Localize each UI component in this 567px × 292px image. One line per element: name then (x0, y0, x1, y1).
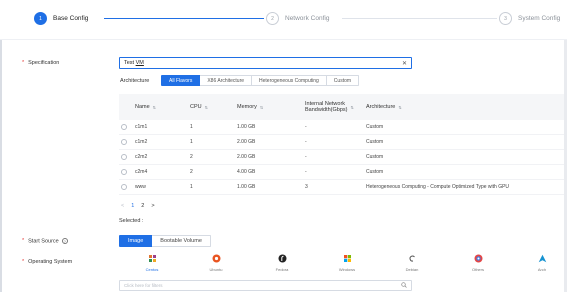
pagination: < 1 2 > (121, 203, 155, 209)
os-option-ubuntu[interactable]: Ubuntu (196, 254, 236, 272)
step-number: 1 (34, 12, 47, 25)
step-label: Base Config (53, 15, 89, 22)
filter-all-flavors[interactable]: All Flavors (161, 75, 201, 86)
search-placeholder: Click here for filters (124, 283, 163, 288)
column-header-memory[interactable]: Memory ⇅ (237, 104, 305, 110)
column-header-architecture[interactable]: Architecture ⇅ (366, 104, 567, 110)
step-number: 3 (499, 12, 512, 25)
row-radio[interactable] (121, 139, 127, 145)
architecture-label: Architecture (120, 78, 150, 84)
step-label: System Config (518, 15, 561, 22)
sort-icon: ⇅ (204, 104, 208, 110)
step-number: 2 (266, 12, 279, 25)
start-source-toggle: Image Bootable Volume (119, 235, 211, 247)
table-row[interactable]: c2m4 2 4.00 GB - Custom (119, 165, 567, 180)
table-row[interactable]: c1m2 1 2.00 GB - Custom (119, 135, 567, 150)
ubuntu-icon (212, 254, 221, 263)
step-network-config[interactable]: 2 Network Config (266, 12, 329, 25)
filter-custom[interactable]: Custom (326, 75, 360, 86)
table-row[interactable]: c2m2 2 2.00 GB - Custom (119, 150, 567, 165)
os-option-debian[interactable]: Debian (392, 254, 432, 272)
others-icon (474, 254, 483, 263)
pagination-page-2[interactable]: 2 (141, 203, 144, 209)
row-radio[interactable] (121, 184, 127, 190)
row-radio[interactable] (121, 169, 127, 175)
os-option-fedora[interactable]: Fedora (262, 254, 302, 272)
architecture-filter-group: All Flavors X86 Architecture Heterogeneo… (161, 75, 360, 86)
stepper-line-2 (342, 18, 497, 19)
pagination-page-1[interactable]: 1 (131, 203, 134, 209)
row-radio[interactable] (121, 154, 127, 160)
window-left-border (0, 0, 2, 292)
start-source-image[interactable]: Image (119, 235, 153, 247)
debian-icon (408, 254, 417, 263)
flavor-table: Name ⇅ CPU ⇅ Memory ⇅ Internal Network Bandw… (119, 94, 567, 195)
stepper-line-1 (104, 18, 264, 19)
filter-x86-architecture[interactable]: X86 Architecture (200, 75, 253, 86)
selected-label: Selected : (119, 218, 144, 224)
os-option-others[interactable]: Others (458, 254, 498, 272)
centos-icon (148, 254, 157, 263)
instance-create-page: 1 Base Config 2 Network Config 3 System … (0, 0, 567, 292)
column-header-name[interactable]: Name ⇅ (135, 104, 190, 110)
pagination-next[interactable]: > (151, 203, 154, 209)
sort-icon: ⇅ (350, 104, 354, 110)
wizard-stepper: 1 Base Config 2 Network Config 3 System … (0, 0, 567, 40)
column-header-bandwidth[interactable]: Internal Network Bandwidth(Gbps) ⇅ (305, 101, 366, 113)
specification-input[interactable]: Test VM ✕ (119, 57, 412, 69)
row-radio[interactable] (121, 124, 127, 130)
sort-icon: ⇅ (259, 104, 264, 110)
os-option-arch[interactable]: Arch (522, 254, 562, 272)
specification-input-value: Test VM (124, 60, 144, 66)
help-icon[interactable]: ? (61, 238, 68, 244)
step-system-config[interactable]: 3 System Config (499, 12, 560, 25)
image-search-input[interactable]: Click here for filters (119, 280, 412, 291)
search-icon[interactable] (401, 281, 407, 290)
step-label: Network Config (285, 15, 330, 22)
operating-system-options: Centos Ubuntu Fedora Windows Debian Othe… (0, 254, 567, 274)
arch-icon (538, 254, 547, 263)
close-icon[interactable]: ✕ (402, 60, 407, 67)
table-row[interactable]: c1m1 1 1.00 GB - Custom (119, 120, 567, 135)
table-header: Name ⇅ CPU ⇅ Memory ⇅ Internal Network Bandw… (119, 94, 567, 120)
os-option-centos[interactable]: Centos (132, 254, 172, 272)
start-source-bootable-volume[interactable]: Bootable Volume (152, 235, 211, 247)
sort-icon: ⇅ (152, 104, 157, 110)
windows-icon (343, 254, 352, 263)
os-option-windows[interactable]: Windows (327, 254, 367, 272)
table-row[interactable]: www 1 1.00 GB 3 Heterogeneous Computing … (119, 180, 567, 195)
start-source-label: * Start Source? (22, 238, 68, 245)
specification-label: * Specification (22, 60, 60, 66)
pagination-prev[interactable]: < (121, 203, 124, 209)
filter-heterogeneous-computing[interactable]: Heterogeneous Computing (252, 75, 327, 86)
sort-icon: ⇅ (398, 104, 402, 110)
fedora-icon (278, 254, 287, 263)
column-header-cpu[interactable]: CPU ⇅ (190, 104, 237, 110)
step-base-config[interactable]: 1 Base Config (34, 12, 88, 25)
